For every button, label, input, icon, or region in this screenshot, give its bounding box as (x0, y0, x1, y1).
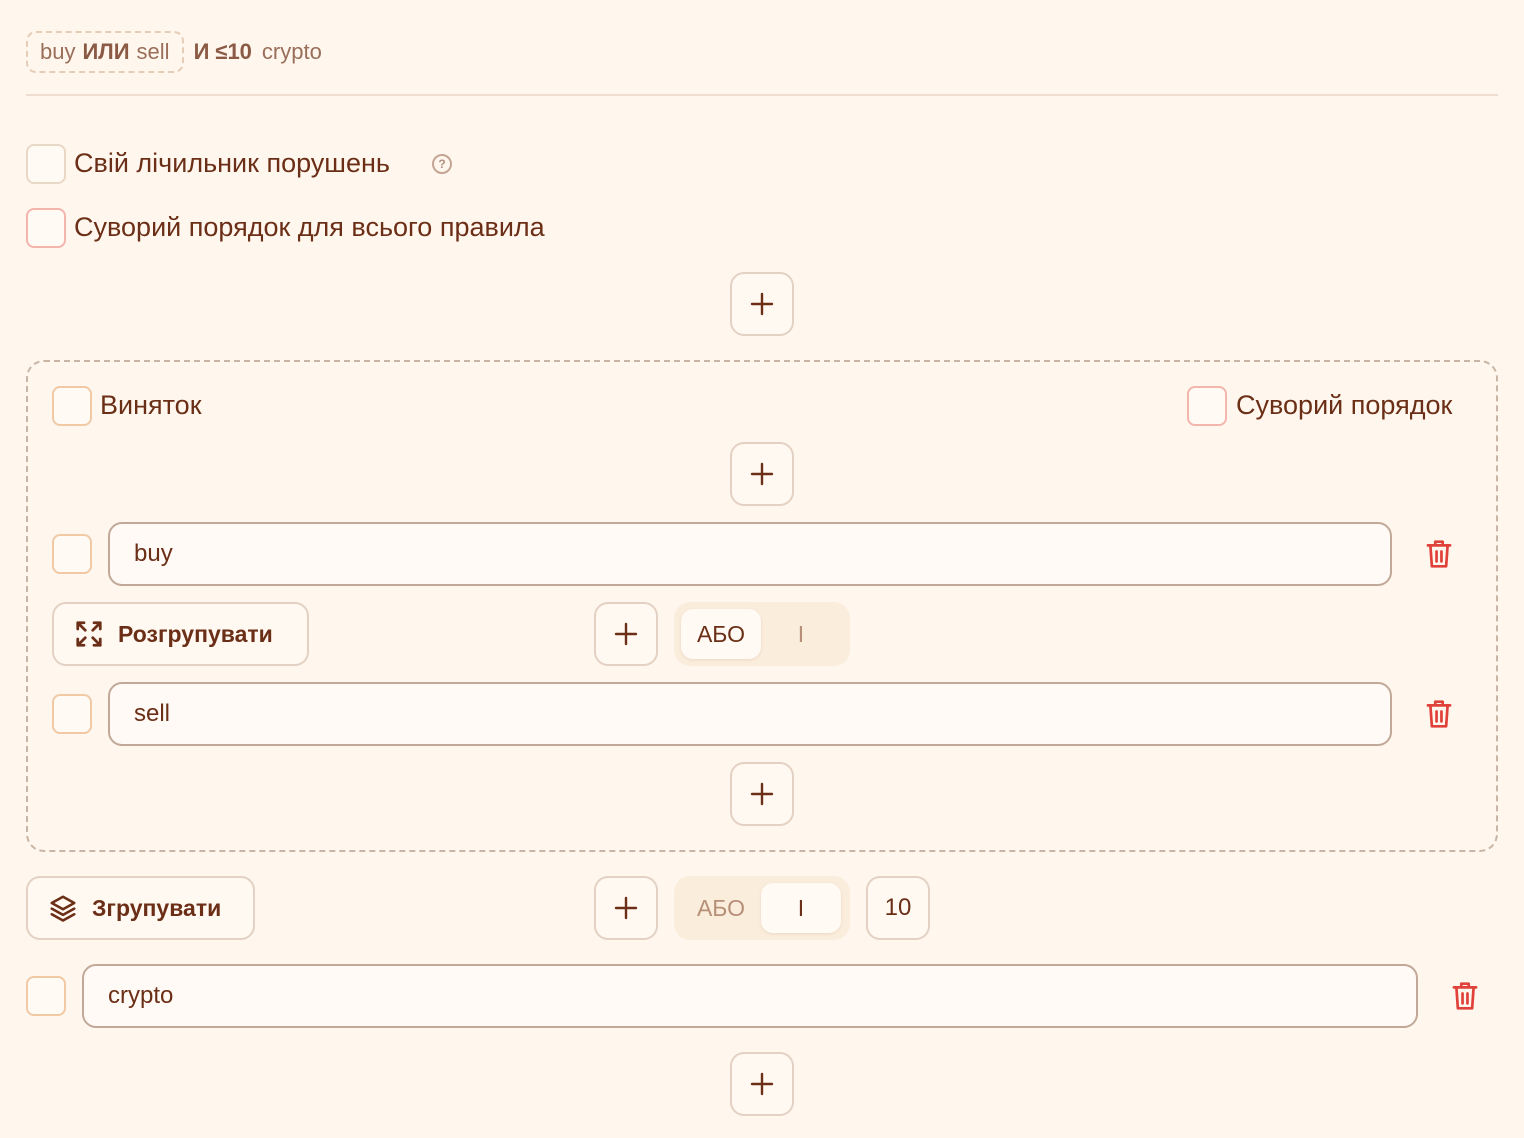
add-term-button[interactable] (594, 876, 658, 940)
custom-counter-checkbox[interactable] (26, 144, 66, 184)
trash-icon (1426, 700, 1452, 728)
add-term-button[interactable] (730, 762, 794, 826)
term-value: sell (134, 700, 171, 727)
term-value: buy (134, 540, 173, 567)
trash-icon (1426, 540, 1452, 568)
count-limit-value: 10 (884, 894, 912, 921)
plus-icon (750, 782, 774, 806)
trash-icon (1452, 982, 1478, 1010)
group-operator-toggle: АБО І (674, 602, 850, 666)
count-limit-input[interactable]: 10 (866, 876, 930, 940)
summary-group-operator: ИЛИ (82, 39, 130, 64)
add-term-button[interactable] (730, 442, 794, 506)
term-input[interactable]: sell (108, 682, 1392, 746)
summary-term: crypto (261, 39, 322, 64)
plus-icon (750, 1072, 774, 1096)
outer-operator-toggle: АБО І (674, 876, 850, 940)
ungroup-label: Розгрупувати (118, 620, 273, 647)
summary-group-chip[interactable]: buy ИЛИ sell (26, 31, 184, 73)
term-checkbox[interactable] (26, 976, 66, 1016)
term-input[interactable]: buy (108, 522, 1392, 586)
plus-icon (614, 896, 638, 920)
add-term-button[interactable] (594, 602, 658, 666)
operator-or-option[interactable]: АБО (681, 883, 761, 933)
group-strict-order-label: Суворий порядок (1236, 390, 1453, 420)
exception-label: Виняток (100, 390, 202, 420)
exception-checkbox[interactable] (52, 386, 92, 426)
strict-order-rule-label: Суворий порядок для всього правила (74, 212, 545, 242)
plus-icon (614, 622, 638, 646)
summary-count: ≤10 (215, 39, 252, 64)
layers-icon (50, 895, 76, 922)
term-checkbox[interactable] (52, 534, 92, 574)
group-strict-order-checkbox[interactable] (1187, 386, 1227, 426)
operator-and-option[interactable]: І (761, 883, 841, 933)
plus-icon (750, 292, 774, 316)
strict-order-rule-checkbox[interactable] (26, 208, 66, 248)
operator-and-option[interactable]: І (761, 609, 841, 659)
summary-and-operator: И (193, 39, 210, 64)
delete-term-button[interactable] (1424, 538, 1454, 575)
add-term-button[interactable] (730, 272, 794, 336)
group-button[interactable]: Згрупувати (26, 876, 255, 940)
divider (26, 94, 1498, 96)
group-label: Згрупувати (92, 894, 222, 921)
term-input[interactable]: crypto (82, 964, 1418, 1028)
rule-summary: buy ИЛИ sell И ≤10 crypto (26, 30, 322, 74)
delete-term-button[interactable] (1424, 698, 1454, 735)
term-value: crypto (108, 982, 174, 1009)
operator-or-option[interactable]: АБО (681, 609, 761, 659)
ungroup-button[interactable]: Розгрупувати (52, 602, 309, 666)
summary-group-right: sell (136, 39, 170, 64)
help-icon[interactable]: ? (432, 154, 452, 174)
expand-icon (76, 621, 102, 647)
custom-counter-label: Свій лічильник порушень (74, 148, 390, 178)
add-term-button[interactable] (730, 1052, 794, 1116)
summary-group-left: buy (40, 39, 76, 64)
delete-term-button[interactable] (1450, 980, 1480, 1017)
plus-icon (750, 462, 774, 486)
term-checkbox[interactable] (52, 694, 92, 734)
